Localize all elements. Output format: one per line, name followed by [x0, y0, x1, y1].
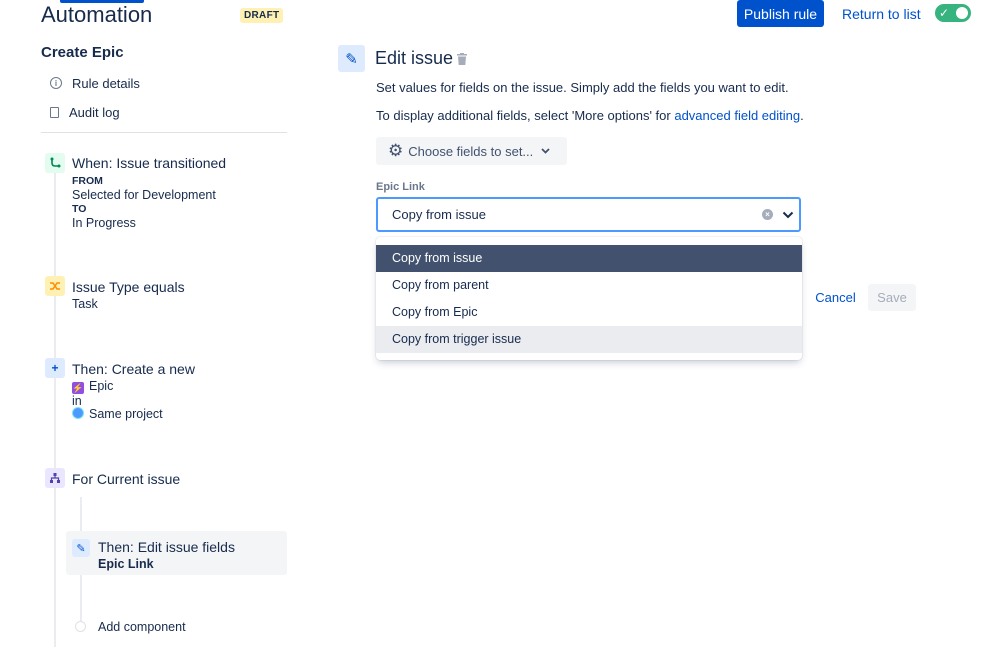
condition-icon[interactable]	[45, 276, 65, 296]
option-copy-from-trigger-issue[interactable]: Copy from trigger issue	[376, 326, 802, 353]
pencil-icon: ✎	[338, 45, 365, 72]
branch-line	[80, 497, 82, 533]
rule-enabled-toggle[interactable]: ✓	[935, 4, 971, 22]
epic-icon: ⚡	[72, 382, 84, 394]
add-component-circle-icon[interactable]	[75, 621, 86, 632]
option-copy-from-issue[interactable]: Copy from issue	[376, 245, 802, 272]
hint-suffix: .	[800, 108, 804, 123]
gear-icon: ⚙	[388, 141, 404, 160]
panel-description: Set values for fields on the issue. Simp…	[376, 80, 789, 95]
document-icon	[50, 106, 59, 118]
info-icon: i	[50, 77, 62, 89]
option-copy-from-epic[interactable]: Copy from Epic	[376, 299, 802, 326]
publish-rule-button[interactable]: Publish rule	[737, 0, 824, 27]
epic-label: Epic	[89, 379, 114, 393]
option-copy-from-parent[interactable]: Copy from parent	[376, 272, 802, 299]
epic-link-dropdown-menu: Copy from issue Copy from parent Copy fr…	[376, 237, 802, 360]
trigger-icon[interactable]	[45, 153, 65, 173]
return-to-list-link[interactable]: Return to list	[842, 6, 921, 22]
pencil-icon: ✎	[72, 539, 90, 557]
to-value: In Progress	[72, 216, 136, 230]
flow-line	[54, 160, 56, 647]
branch-icon[interactable]	[45, 468, 65, 488]
condition-value: Task	[72, 297, 98, 311]
chevron-down-icon	[541, 146, 550, 157]
cancel-button[interactable]: Cancel	[807, 284, 864, 311]
toggle-knob	[956, 7, 968, 19]
trash-icon[interactable]	[455, 52, 469, 66]
epic-link-value: Copy from issue	[392, 207, 486, 222]
epic-issue-type: ⚡ Epic	[72, 379, 113, 394]
sidebar-divider	[41, 132, 287, 133]
same-project: Same project	[72, 407, 163, 421]
advanced-editing-hint: To display additional fields, select 'Mo…	[376, 108, 804, 123]
selected-edit-step[interactable]: ✎ Then: Edit issue fields Epic Link	[66, 531, 287, 575]
edit-step-subtitle: Epic Link	[98, 557, 154, 571]
condition-step-title[interactable]: Issue Type equals	[72, 279, 185, 295]
rule-name: Create Epic	[41, 44, 124, 61]
draft-status-badge: DRAFT	[240, 8, 284, 23]
project-label: Same project	[89, 407, 163, 421]
to-label: TO	[72, 203, 87, 215]
trigger-step-title[interactable]: When: Issue transitioned	[72, 155, 226, 171]
choose-fields-label: Choose fields to set...	[408, 143, 534, 159]
from-value: Selected for Development	[72, 188, 216, 202]
app-title: Automation	[41, 2, 153, 27]
choose-fields-button[interactable]: ⚙ Choose fields to set...	[376, 137, 567, 165]
add-component-link[interactable]: Add component	[98, 620, 186, 634]
rule-details-label: Rule details	[72, 75, 140, 91]
advanced-field-editing-link[interactable]: advanced field editing	[674, 108, 800, 123]
audit-log-link[interactable]: Audit log	[50, 103, 120, 121]
from-label: FROM	[72, 175, 103, 187]
epic-link-label: Epic Link	[376, 181, 425, 193]
branch-line	[80, 575, 82, 621]
chevron-down-icon[interactable]	[782, 206, 794, 229]
rule-details-link[interactable]: i Rule details	[50, 74, 140, 92]
create-step-title[interactable]: Then: Create a new	[72, 361, 195, 377]
edit-step-title: Then: Edit issue fields	[98, 539, 235, 555]
save-button[interactable]: Save	[868, 284, 916, 311]
panel-title: Edit issue	[375, 48, 454, 68]
hint-prefix: To display additional fields, select 'Mo…	[376, 108, 675, 123]
branch-step-title[interactable]: For Current issue	[72, 471, 180, 487]
plus-icon[interactable]: +	[45, 358, 65, 378]
project-avatar-icon	[72, 407, 84, 419]
in-label: in	[72, 394, 82, 408]
clear-icon[interactable]: ×	[762, 209, 773, 220]
check-icon: ✓	[939, 6, 950, 20]
audit-log-label: Audit log	[69, 104, 120, 120]
epic-link-select[interactable]: Copy from issue ×	[376, 197, 801, 232]
